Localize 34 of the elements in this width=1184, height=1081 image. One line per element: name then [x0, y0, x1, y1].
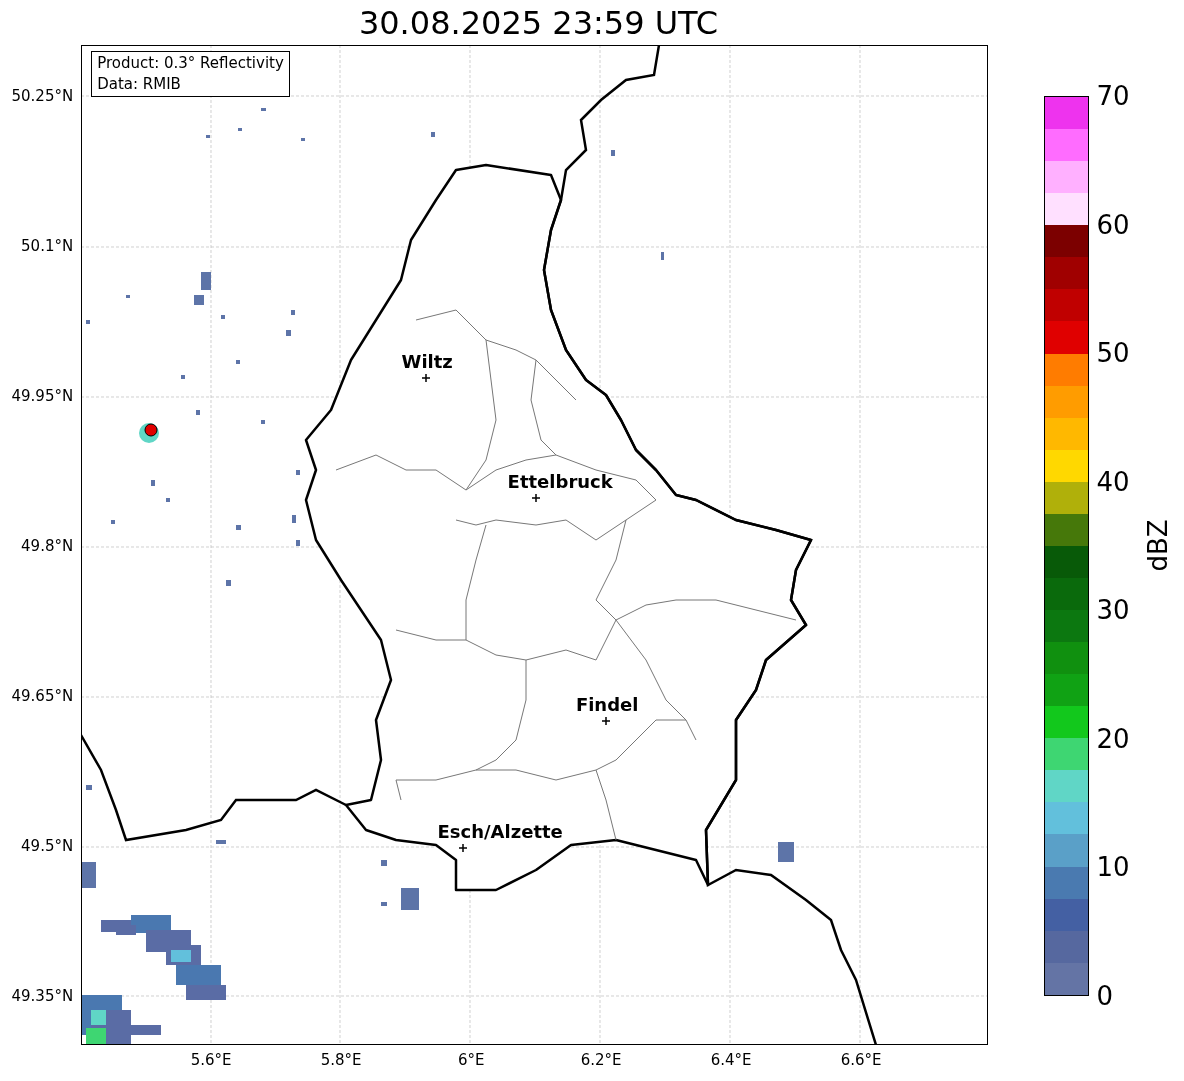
city-marker-icon	[531, 493, 541, 503]
axis-tick-label: 6°E	[457, 1051, 485, 1069]
city-label: Wiltz	[401, 352, 453, 372]
colorbar-tick-label: 50	[1096, 338, 1130, 369]
info-text: Data: RMIB	[97, 74, 182, 95]
axis-tick-label: 50.1°N	[21, 237, 74, 255]
city-label: Ettelbruck	[507, 472, 613, 492]
colorbar-tick-label: 0	[1096, 981, 1114, 1011]
axis-tick-label: 49.5°N	[21, 837, 74, 855]
city-marker-icon	[458, 843, 468, 853]
colorbar-tick-label: 20	[1096, 723, 1130, 754]
info-text: Product: 0.3° Reflectivity	[97, 53, 284, 74]
axis-tick-label: 49.35°N	[11, 987, 74, 1005]
city-marker-icon	[421, 373, 431, 383]
axis-tick-label: 5.8°E	[320, 1051, 362, 1069]
radar-site-marker	[144, 423, 158, 437]
axis-tick-label: 49.95°N	[11, 387, 74, 405]
city-label: Findel	[575, 695, 639, 715]
axis-tick-label: 6.4°E	[710, 1051, 752, 1069]
city-marker-icon	[601, 716, 611, 726]
colorbar-tick-label: 40	[1096, 466, 1130, 497]
axis-tick-label: 50.25°N	[11, 87, 74, 105]
city-label: Esch/Alzette	[437, 822, 563, 842]
chart-title: 30.08.2025 23:59 UTC	[357, 3, 720, 44]
colorbar-tick-label: 30	[1096, 595, 1130, 626]
axis-tick-label: 49.65°N	[11, 687, 74, 705]
axis-tick-label: 6.6°E	[840, 1051, 882, 1069]
colorbar-label: dBZ	[1141, 518, 1174, 572]
axis-tick-label: 5.6°E	[190, 1051, 232, 1069]
colorbar-tick-label: 70	[1096, 81, 1130, 111]
colorbar-tick-label: 10	[1096, 852, 1130, 883]
colorbar-tick-label: 60	[1096, 209, 1130, 240]
axis-tick-label: 6.2°E	[580, 1051, 622, 1069]
axis-tick-label: 49.8°N	[21, 537, 74, 555]
